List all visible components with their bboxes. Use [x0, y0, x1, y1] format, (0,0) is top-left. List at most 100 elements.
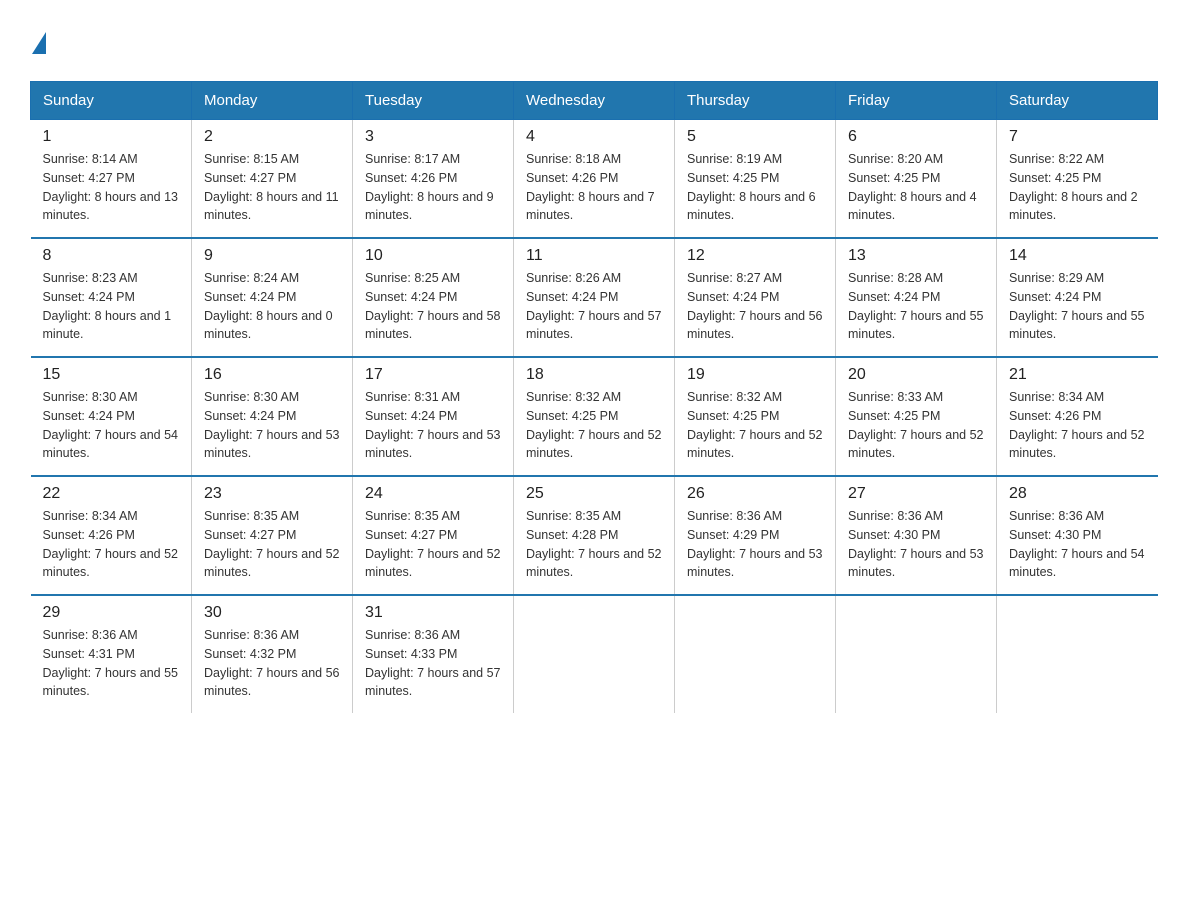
calendar-day-cell: 26 Sunrise: 8:36 AM Sunset: 4:29 PM Dayl…: [675, 476, 836, 595]
calendar-day-cell: 20 Sunrise: 8:33 AM Sunset: 4:25 PM Dayl…: [836, 357, 997, 476]
day-info: Sunrise: 8:33 AM Sunset: 4:25 PM Dayligh…: [848, 388, 984, 463]
day-info: Sunrise: 8:28 AM Sunset: 4:24 PM Dayligh…: [848, 269, 984, 344]
day-info: Sunrise: 8:14 AM Sunset: 4:27 PM Dayligh…: [43, 150, 180, 225]
daylight-label: Daylight: 8 hours and 0 minutes.: [204, 309, 333, 342]
sunrise-label: Sunrise: 8:28 AM: [848, 271, 943, 285]
sunset-label: Sunset: 4:24 PM: [204, 290, 296, 304]
day-number: 15: [43, 366, 180, 384]
calendar-day-cell: 31 Sunrise: 8:36 AM Sunset: 4:33 PM Dayl…: [353, 595, 514, 713]
sunrise-label: Sunrise: 8:24 AM: [204, 271, 299, 285]
day-number: 16: [204, 366, 340, 384]
calendar-day-cell: [836, 595, 997, 713]
sunset-label: Sunset: 4:27 PM: [204, 171, 296, 185]
day-info: Sunrise: 8:25 AM Sunset: 4:24 PM Dayligh…: [365, 269, 501, 344]
day-info: Sunrise: 8:24 AM Sunset: 4:24 PM Dayligh…: [204, 269, 340, 344]
day-number: 26: [687, 485, 823, 503]
day-info: Sunrise: 8:20 AM Sunset: 4:25 PM Dayligh…: [848, 150, 984, 225]
day-number: 23: [204, 485, 340, 503]
day-number: 22: [43, 485, 180, 503]
header-tuesday: Tuesday: [353, 82, 514, 120]
sunrise-label: Sunrise: 8:30 AM: [204, 390, 299, 404]
daylight-label: Daylight: 7 hours and 52 minutes.: [365, 547, 501, 580]
calendar-body: 1 Sunrise: 8:14 AM Sunset: 4:27 PM Dayli…: [31, 120, 1158, 714]
day-number: 3: [365, 128, 501, 146]
day-info: Sunrise: 8:36 AM Sunset: 4:33 PM Dayligh…: [365, 626, 501, 701]
daylight-label: Daylight: 7 hours and 52 minutes.: [204, 547, 340, 580]
logo-triangle-icon: [32, 32, 46, 54]
calendar-day-cell: 3 Sunrise: 8:17 AM Sunset: 4:26 PM Dayli…: [353, 120, 514, 239]
day-info: Sunrise: 8:35 AM Sunset: 4:27 PM Dayligh…: [365, 507, 501, 582]
sunrise-label: Sunrise: 8:36 AM: [687, 509, 782, 523]
calendar-day-cell: 6 Sunrise: 8:20 AM Sunset: 4:25 PM Dayli…: [836, 120, 997, 239]
page-header: [30, 30, 1158, 61]
calendar-day-cell: 22 Sunrise: 8:34 AM Sunset: 4:26 PM Dayl…: [31, 476, 192, 595]
sunrise-label: Sunrise: 8:15 AM: [204, 152, 299, 166]
calendar-week-row: 8 Sunrise: 8:23 AM Sunset: 4:24 PM Dayli…: [31, 238, 1158, 357]
calendar-day-cell: 27 Sunrise: 8:36 AM Sunset: 4:30 PM Dayl…: [836, 476, 997, 595]
sunset-label: Sunset: 4:31 PM: [43, 647, 135, 661]
sunset-label: Sunset: 4:25 PM: [1009, 171, 1101, 185]
header-saturday: Saturday: [997, 82, 1158, 120]
day-info: Sunrise: 8:34 AM Sunset: 4:26 PM Dayligh…: [1009, 388, 1146, 463]
calendar-day-cell: 1 Sunrise: 8:14 AM Sunset: 4:27 PM Dayli…: [31, 120, 192, 239]
header-thursday: Thursday: [675, 82, 836, 120]
daylight-label: Daylight: 7 hours and 57 minutes.: [365, 666, 501, 699]
sunset-label: Sunset: 4:26 PM: [526, 171, 618, 185]
day-info: Sunrise: 8:36 AM Sunset: 4:32 PM Dayligh…: [204, 626, 340, 701]
calendar-day-cell: 14 Sunrise: 8:29 AM Sunset: 4:24 PM Dayl…: [997, 238, 1158, 357]
calendar-day-cell: [997, 595, 1158, 713]
sunrise-label: Sunrise: 8:36 AM: [848, 509, 943, 523]
calendar-day-cell: [514, 595, 675, 713]
daylight-label: Daylight: 7 hours and 53 minutes.: [687, 547, 823, 580]
daylight-label: Daylight: 8 hours and 6 minutes.: [687, 190, 816, 223]
day-info: Sunrise: 8:23 AM Sunset: 4:24 PM Dayligh…: [43, 269, 180, 344]
daylight-label: Daylight: 7 hours and 58 minutes.: [365, 309, 501, 342]
header-sunday: Sunday: [31, 82, 192, 120]
daylight-label: Daylight: 7 hours and 53 minutes.: [365, 428, 501, 461]
calendar-day-cell: 15 Sunrise: 8:30 AM Sunset: 4:24 PM Dayl…: [31, 357, 192, 476]
day-info: Sunrise: 8:15 AM Sunset: 4:27 PM Dayligh…: [204, 150, 340, 225]
daylight-label: Daylight: 8 hours and 1 minute.: [43, 309, 172, 342]
sunset-label: Sunset: 4:27 PM: [365, 528, 457, 542]
calendar-day-cell: 12 Sunrise: 8:27 AM Sunset: 4:24 PM Dayl…: [675, 238, 836, 357]
sunrise-label: Sunrise: 8:14 AM: [43, 152, 138, 166]
daylight-label: Daylight: 7 hours and 53 minutes.: [204, 428, 340, 461]
calendar-table: Sunday Monday Tuesday Wednesday Thursday…: [30, 81, 1158, 713]
day-info: Sunrise: 8:29 AM Sunset: 4:24 PM Dayligh…: [1009, 269, 1146, 344]
day-info: Sunrise: 8:18 AM Sunset: 4:26 PM Dayligh…: [526, 150, 662, 225]
sunrise-label: Sunrise: 8:36 AM: [204, 628, 299, 642]
daylight-label: Daylight: 7 hours and 52 minutes.: [1009, 428, 1145, 461]
calendar-day-cell: 8 Sunrise: 8:23 AM Sunset: 4:24 PM Dayli…: [31, 238, 192, 357]
day-number: 1: [43, 128, 180, 146]
calendar-day-cell: 16 Sunrise: 8:30 AM Sunset: 4:24 PM Dayl…: [192, 357, 353, 476]
sunrise-label: Sunrise: 8:32 AM: [526, 390, 621, 404]
calendar-day-cell: 21 Sunrise: 8:34 AM Sunset: 4:26 PM Dayl…: [997, 357, 1158, 476]
sunset-label: Sunset: 4:25 PM: [526, 409, 618, 423]
logo: [30, 30, 46, 61]
calendar-header: Sunday Monday Tuesday Wednesday Thursday…: [31, 82, 1158, 120]
daylight-label: Daylight: 7 hours and 52 minutes.: [526, 428, 662, 461]
day-number: 8: [43, 247, 180, 265]
day-number: 17: [365, 366, 501, 384]
header-monday: Monday: [192, 82, 353, 120]
sunrise-label: Sunrise: 8:19 AM: [687, 152, 782, 166]
sunset-label: Sunset: 4:30 PM: [1009, 528, 1101, 542]
sunrise-label: Sunrise: 8:36 AM: [43, 628, 138, 642]
sunset-label: Sunset: 4:25 PM: [848, 171, 940, 185]
daylight-label: Daylight: 7 hours and 52 minutes.: [687, 428, 823, 461]
day-info: Sunrise: 8:31 AM Sunset: 4:24 PM Dayligh…: [365, 388, 501, 463]
sunset-label: Sunset: 4:24 PM: [43, 409, 135, 423]
day-info: Sunrise: 8:32 AM Sunset: 4:25 PM Dayligh…: [526, 388, 662, 463]
sunrise-label: Sunrise: 8:30 AM: [43, 390, 138, 404]
sunrise-label: Sunrise: 8:26 AM: [526, 271, 621, 285]
day-number: 19: [687, 366, 823, 384]
sunrise-label: Sunrise: 8:34 AM: [1009, 390, 1104, 404]
header-wednesday: Wednesday: [514, 82, 675, 120]
sunrise-label: Sunrise: 8:32 AM: [687, 390, 782, 404]
sunrise-label: Sunrise: 8:27 AM: [687, 271, 782, 285]
calendar-day-cell: 5 Sunrise: 8:19 AM Sunset: 4:25 PM Dayli…: [675, 120, 836, 239]
day-info: Sunrise: 8:19 AM Sunset: 4:25 PM Dayligh…: [687, 150, 823, 225]
calendar-day-cell: 17 Sunrise: 8:31 AM Sunset: 4:24 PM Dayl…: [353, 357, 514, 476]
day-number: 18: [526, 366, 662, 384]
sunset-label: Sunset: 4:24 PM: [365, 290, 457, 304]
